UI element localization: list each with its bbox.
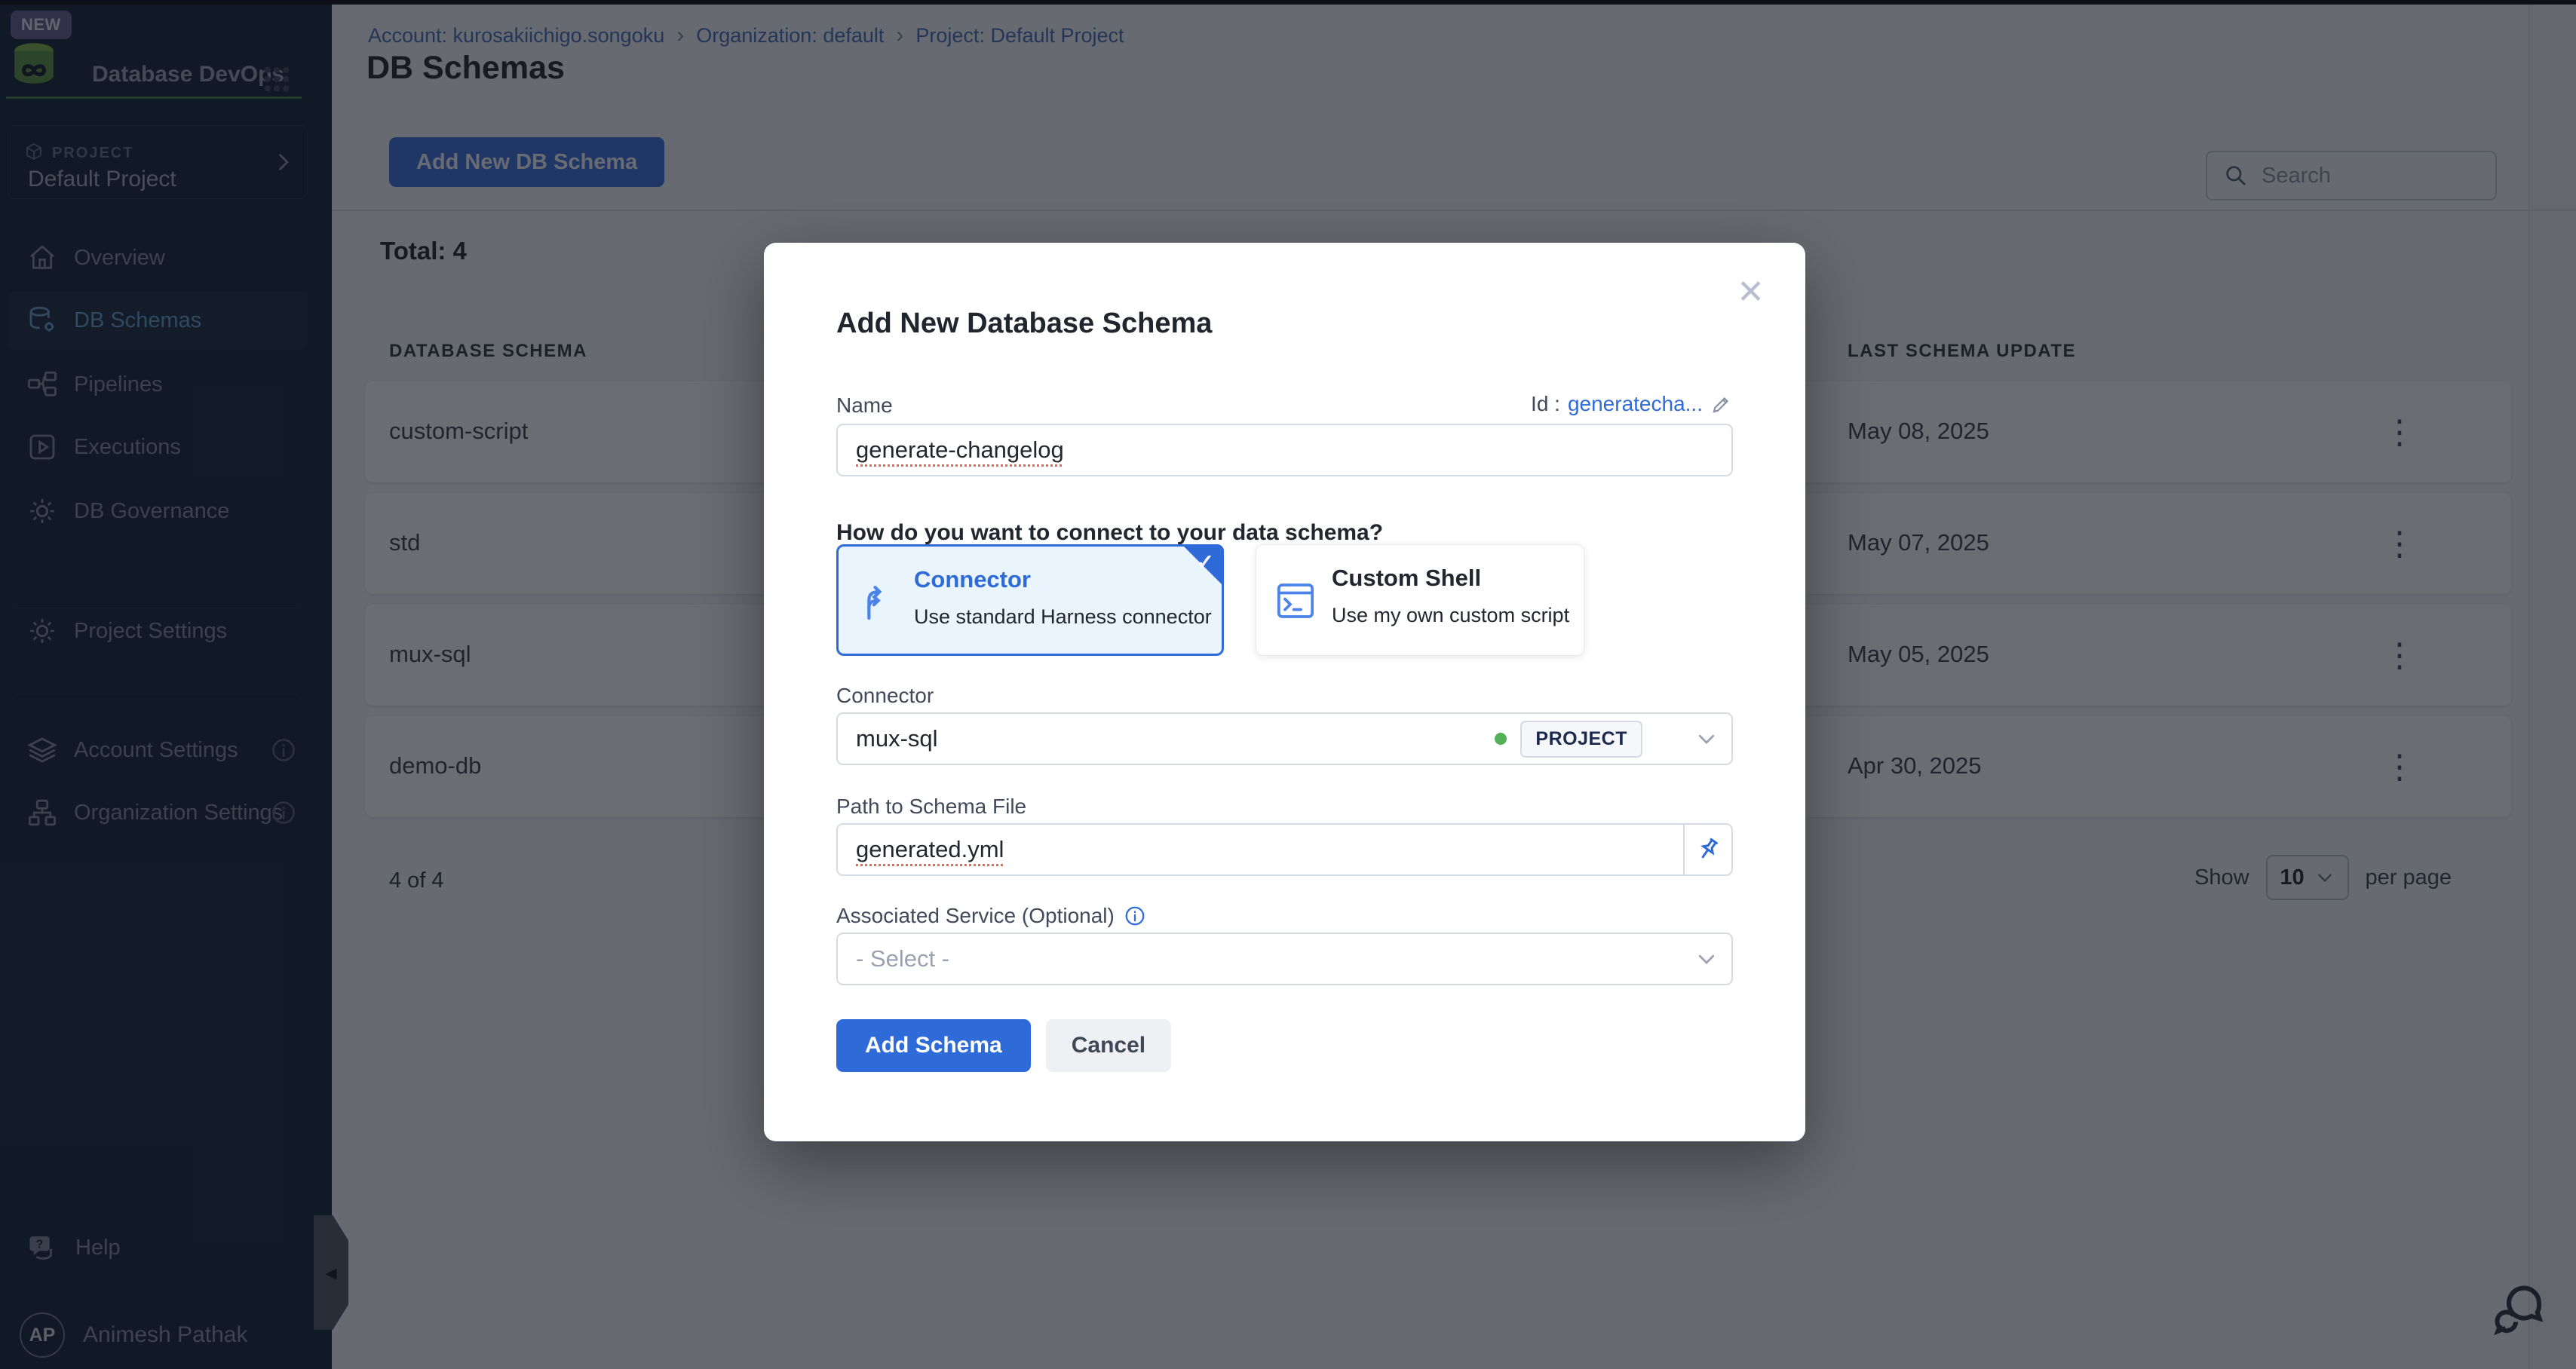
option-card-connector[interactable]: ✓ Connector Use standard Harness connect… bbox=[836, 544, 1224, 656]
name-label: Name bbox=[836, 394, 893, 418]
connect-question: How do you want to connect to your data … bbox=[836, 520, 1383, 546]
chevron-down-icon bbox=[1695, 727, 1718, 750]
app-root: NEW Database DevOps PROJECT bbox=[0, 0, 2576, 1369]
path-label: Path to Schema File bbox=[836, 795, 1026, 819]
name-input[interactable]: generate-changelog bbox=[836, 424, 1733, 476]
connector-select-right: PROJECT bbox=[1495, 714, 1718, 764]
connector-select-value: mux-sql bbox=[856, 725, 938, 752]
terminal-icon bbox=[1274, 580, 1317, 622]
info-icon[interactable] bbox=[1124, 905, 1146, 927]
add-schema-modal: ✕ Add New Database Schema Name Id : gene… bbox=[764, 243, 1805, 1141]
service-label: Associated Service (Optional) bbox=[836, 904, 1115, 928]
service-label-row: Associated Service (Optional) bbox=[836, 904, 1146, 928]
option-title: Connector bbox=[914, 566, 1031, 593]
pin-icon bbox=[1694, 836, 1722, 863]
edit-pencil-icon[interactable] bbox=[1710, 393, 1733, 415]
scope-badge: PROJECT bbox=[1520, 721, 1642, 758]
path-input-value: generated.yml bbox=[856, 836, 1004, 863]
cancel-button[interactable]: Cancel bbox=[1046, 1019, 1171, 1072]
option-card-custom-shell[interactable]: Custom Shell Use my own custom script bbox=[1256, 544, 1584, 656]
connector-select[interactable]: mux-sql PROJECT bbox=[836, 712, 1733, 765]
option-subtitle: Use standard Harness connector bbox=[914, 605, 1212, 629]
modal-title: Add New Database Schema bbox=[836, 308, 1212, 340]
connector-label: Connector bbox=[836, 684, 934, 708]
id-value-link[interactable]: generatecha... bbox=[1568, 392, 1703, 416]
id-row: Id : generatecha... bbox=[1531, 392, 1733, 416]
service-select-placeholder: - Select - bbox=[856, 945, 949, 972]
id-prefix: Id : bbox=[1531, 392, 1560, 416]
add-schema-button[interactable]: Add Schema bbox=[836, 1019, 1031, 1072]
service-select-right bbox=[1656, 934, 1718, 984]
path-input[interactable]: generated.yml bbox=[836, 823, 1733, 876]
pin-segment[interactable] bbox=[1683, 825, 1731, 874]
chevron-down-icon bbox=[1695, 948, 1718, 970]
service-select[interactable]: - Select - bbox=[836, 933, 1733, 985]
status-dot bbox=[1495, 733, 1507, 745]
check-icon: ✓ bbox=[1197, 550, 1214, 574]
option-title: Custom Shell bbox=[1332, 565, 1481, 592]
connector-arrows-icon bbox=[857, 581, 899, 623]
name-input-value: generate-changelog bbox=[856, 436, 1064, 464]
option-subtitle: Use my own custom script bbox=[1332, 604, 1569, 627]
close-icon[interactable]: ✕ bbox=[1737, 276, 1765, 309]
modal-buttons: Add Schema Cancel bbox=[836, 1019, 1171, 1072]
